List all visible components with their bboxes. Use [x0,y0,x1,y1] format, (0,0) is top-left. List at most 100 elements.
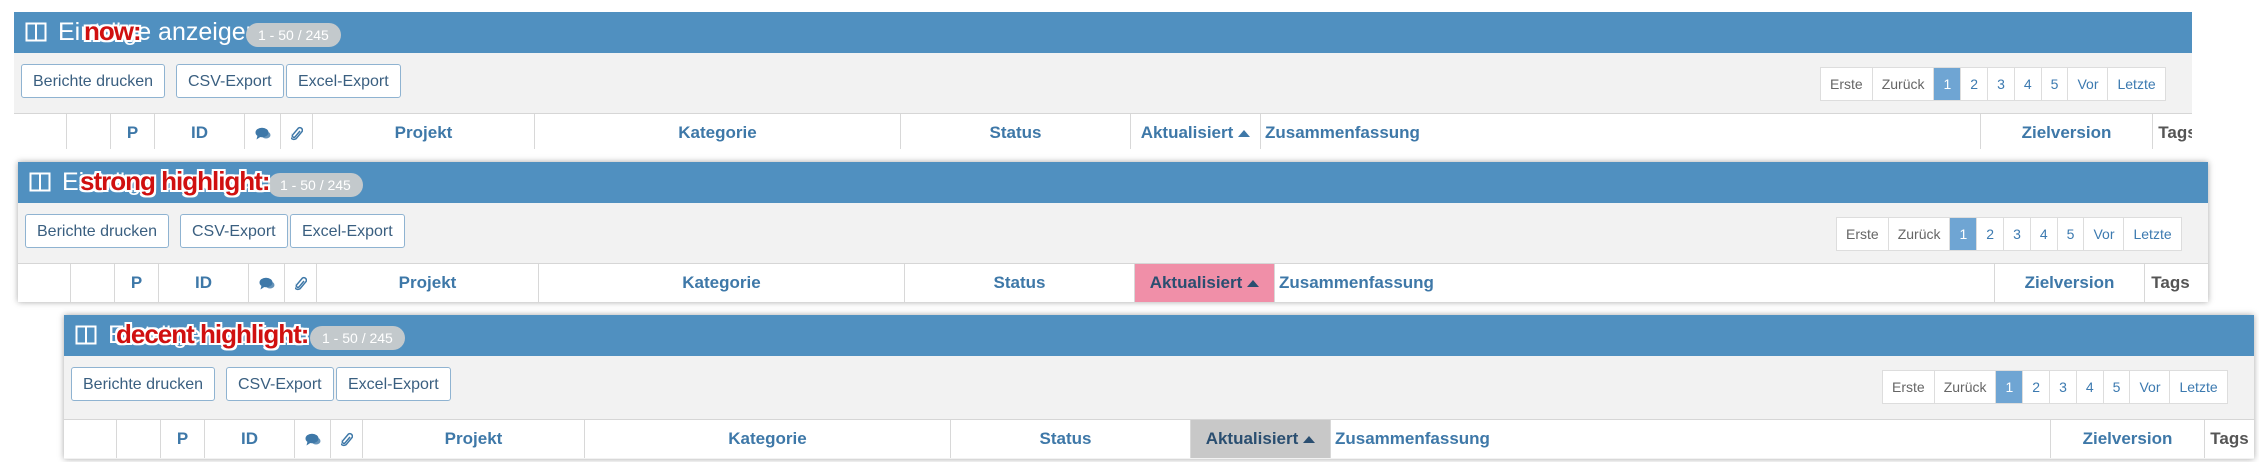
column-notes[interactable] [294,420,330,458]
pagination-page-1[interactable]: 1 [1949,218,1977,250]
column-checkbox [14,114,66,149]
panel-decent-highlight: Einträge anzeigen 1 - 50 / 245 decent hi… [64,315,2254,459]
columns-icon[interactable] [25,21,47,43]
column-id[interactable]: ID [154,114,244,149]
annotation-label: decent highlight: [116,319,309,349]
column-id[interactable]: ID [158,264,248,302]
column-summary[interactable]: Zusammenfassung [1274,264,1994,302]
pagination-page-4[interactable]: 4 [2013,68,2041,100]
pagination-page-2[interactable]: 2 [1976,218,2003,250]
column-checkbox [18,264,70,302]
range-badge: 1 - 50 / 245 [268,173,363,197]
column-attachments[interactable] [284,264,316,302]
sort-ascending-icon [1303,436,1316,444]
print-reports-button[interactable]: Berichte drucken [25,214,170,248]
table-header: P ID Projekt Kategorie Status Aktualisie… [18,263,2208,302]
column-category[interactable]: Kategorie [534,114,900,149]
column-attachments[interactable] [280,114,312,149]
column-summary[interactable]: Zusammenfassung [1330,420,2050,458]
pagination-page-5[interactable]: 5 [2040,68,2068,100]
pagination: Erste Zurück 1 2 3 4 5 Vor Letzte [1836,217,2182,251]
column-priority[interactable]: P [114,264,158,302]
pagination: Erste Zurück 1 2 3 4 5 Vor Letzte [1820,67,2166,101]
column-project[interactable]: Projekt [312,114,534,149]
pagination-first[interactable]: Erste [1883,371,1934,403]
column-category[interactable]: Kategorie [538,264,904,302]
pagination: Erste Zurück 1 2 3 4 5 Vor Letzte [1882,370,2228,404]
excel-export-button[interactable]: Excel-Export [286,64,401,98]
pagination-page-3[interactable]: 3 [2003,218,2030,250]
column-updated-label: Aktualisiert [1140,123,1234,142]
columns-icon[interactable] [29,171,51,193]
pagination-last[interactable]: Letzte [2169,371,2226,403]
column-updated[interactable]: Aktualisiert [1130,114,1260,149]
column-project[interactable]: Projekt [316,264,538,302]
pagination-page-4[interactable]: 4 [2029,218,2057,250]
pagination-last[interactable]: Letzte [2123,218,2180,250]
csv-export-button[interactable]: CSV-Export [176,64,284,98]
excel-export-button[interactable]: Excel-Export [290,214,405,248]
chat-icon [305,433,320,446]
table-header: P ID Projekt Kategorie Status Aktualisie… [64,419,2254,458]
column-status[interactable]: Status [904,264,1134,302]
columns-icon[interactable] [75,324,97,346]
paperclip-icon [338,432,353,446]
column-updated[interactable]: Aktualisiert [1134,264,1274,302]
paperclip-icon [292,276,307,290]
column-attachments[interactable] [330,420,362,458]
panel-now: Einträge anzeigen 1 - 50 / 245 now: Beri… [14,12,2192,149]
pagination-next[interactable]: Vor [2067,68,2107,100]
pagination-prev[interactable]: Zurück [1887,218,1950,250]
panel-title-bar: Einträge anzeigen 1 - 50 / 245 decent hi… [64,315,2254,356]
panel-title-bar: Einträge anzeigen 1 - 50 / 245 now: [14,12,2192,53]
pagination-page-2[interactable]: 2 [1960,68,1987,100]
pagination-page-2[interactable]: 2 [2022,371,2049,403]
column-notes[interactable] [248,264,284,302]
column-updated[interactable]: Aktualisiert [1190,420,1330,458]
column-target-version[interactable]: Zielversion [1980,114,2152,149]
print-reports-button[interactable]: Berichte drucken [21,64,166,98]
column-status[interactable]: Status [950,420,1180,458]
pagination-page-3[interactable]: 3 [1987,68,2014,100]
column-status[interactable]: Status [900,114,1130,149]
column-target-version[interactable]: Zielversion [2050,420,2204,458]
chat-icon [255,127,270,140]
pagination-next[interactable]: Vor [2129,371,2169,403]
column-notes[interactable] [244,114,280,149]
column-tags: Tags [2204,420,2254,458]
pagination-page-3[interactable]: 3 [2049,371,2076,403]
column-priority[interactable]: P [160,420,204,458]
csv-export-button[interactable]: CSV-Export [180,214,288,248]
excel-export-button[interactable]: Excel-Export [336,367,451,401]
pagination-prev[interactable]: Zurück [1871,68,1934,100]
pagination-page-4[interactable]: 4 [2075,371,2103,403]
pagination-prev[interactable]: Zurück [1933,371,1996,403]
pagination-first[interactable]: Erste [1837,218,1888,250]
sort-ascending-icon [1247,280,1260,288]
column-project[interactable]: Projekt [362,420,584,458]
sort-ascending-icon [1238,130,1251,138]
column-summary[interactable]: Zusammenfassung [1260,114,1980,149]
column-id[interactable]: ID [204,420,294,458]
column-target-version[interactable]: Zielversion [1994,264,2144,302]
pagination-page-1[interactable]: 1 [1933,68,1961,100]
pagination-first[interactable]: Erste [1821,68,1872,100]
paperclip-icon [288,126,303,140]
pagination-last[interactable]: Letzte [2107,68,2164,100]
print-reports-button[interactable]: Berichte drucken [71,367,216,401]
annotation-label: strong highlight: [80,166,271,196]
column-tags: Tags [2144,264,2196,302]
pagination-next[interactable]: Vor [2083,218,2123,250]
table-header: P ID Projekt Kategorie Status Aktualisie… [14,113,2192,149]
range-badge: 1 - 50 / 245 [310,326,405,350]
chat-icon [259,277,274,290]
pagination-page-1[interactable]: 1 [1995,371,2023,403]
range-badge: 1 - 50 / 245 [246,23,341,47]
column-category[interactable]: Kategorie [584,420,950,458]
pagination-page-5[interactable]: 5 [2056,218,2084,250]
pagination-page-5[interactable]: 5 [2102,371,2130,403]
panel-title-bar: Einträge anzeigen 1 - 50 / 245 strong hi… [18,162,2208,203]
column-priority[interactable]: P [110,114,154,149]
column-edit [70,264,114,302]
csv-export-button[interactable]: CSV-Export [226,367,334,401]
